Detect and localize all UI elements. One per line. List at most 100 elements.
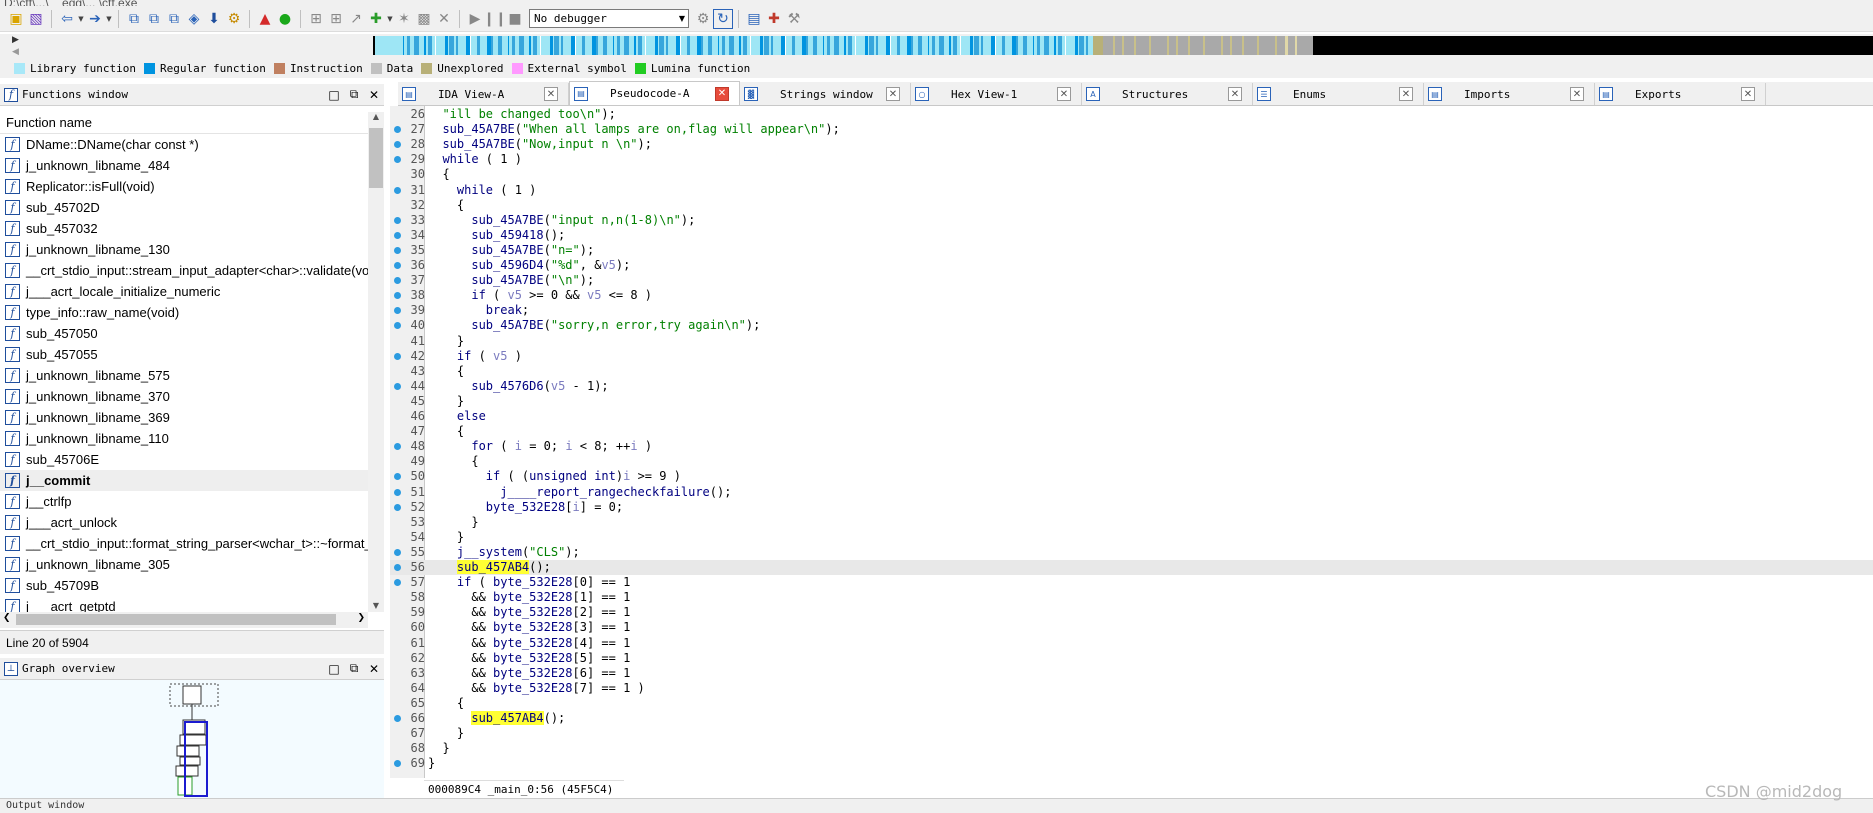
debugger-select[interactable]: No debugger ▼ xyxy=(529,9,689,28)
tab-imports[interactable]: ▤ Imports ✕ xyxy=(1424,83,1595,105)
jump-down-icon[interactable]: ⬇ xyxy=(204,9,224,29)
add-struct-icon[interactable]: ↗ xyxy=(346,9,366,29)
code-line[interactable]: 30 { xyxy=(390,167,1873,182)
save-icon[interactable]: ▧ xyxy=(26,9,46,29)
scroll-down-icon[interactable]: ▼ xyxy=(368,601,384,610)
code-line[interactable]: 68 } xyxy=(390,741,1873,756)
breakpoint-dot-icon[interactable] xyxy=(394,232,401,239)
function-row[interactable]: f __crt_stdio_input::format_string_parser… xyxy=(0,533,368,554)
chevron-down-icon[interactable]: ▼ xyxy=(105,15,113,23)
tab-structures[interactable]: A Structures ✕ xyxy=(1082,83,1253,105)
code-line[interactable]: 63 && byte_532E28[6] == 1 xyxy=(390,666,1873,681)
code-line[interactable]: 65 { xyxy=(390,696,1873,711)
close-icon[interactable]: ✕ xyxy=(1057,87,1071,101)
function-row[interactable]: f j___acrt_locale_initialize_numeric xyxy=(0,281,368,302)
code-line[interactable]: 67 } xyxy=(390,726,1873,741)
tools-icon[interactable]: ⚒ xyxy=(784,9,804,29)
float-icon[interactable]: ⧉ xyxy=(344,87,364,102)
code-line[interactable]: 60 && byte_532E28[3] == 1 xyxy=(390,620,1873,635)
call-tree-icon[interactable]: ⊞ xyxy=(326,9,346,29)
code-line[interactable]: 61 && byte_532E28[4] == 1 xyxy=(390,636,1873,651)
breakpoint-dot-icon[interactable] xyxy=(394,473,401,480)
search-imm-icon[interactable]: ⚙ xyxy=(224,9,244,29)
breakpoint-dot-icon[interactable] xyxy=(394,187,401,194)
breakpoint-dot-icon[interactable] xyxy=(394,760,401,767)
breakpoint-dot-icon[interactable] xyxy=(394,504,401,511)
code-line[interactable]: 38 if ( v5 >= 0 && v5 <= 8 ) xyxy=(390,288,1873,303)
debug-attach-icon[interactable]: ⚙ xyxy=(693,9,713,29)
scroll-up-icon[interactable]: ▲ xyxy=(368,112,384,121)
code-line[interactable]: 56 sub_457AB4(); xyxy=(390,560,1873,575)
code-line[interactable]: 36 sub_4596D4("%d", &v5); xyxy=(390,258,1873,273)
tab-enums[interactable]: ☰ Enums ✕ xyxy=(1253,83,1424,105)
warning-icon[interactable]: ▲ xyxy=(255,9,275,29)
function-row[interactable]: f j_unknown_libname_484 xyxy=(0,155,368,176)
code-line[interactable]: 47 { xyxy=(390,424,1873,439)
graph-overview-canvas[interactable] xyxy=(0,680,384,800)
breakpoint-dot-icon[interactable] xyxy=(394,292,401,299)
function-row[interactable]: f sub_457055 xyxy=(0,344,368,365)
navigation-band[interactable] xyxy=(373,36,1873,55)
code-line[interactable]: 41 } xyxy=(390,334,1873,349)
function-row[interactable]: f j_unknown_libname_575 xyxy=(0,365,368,386)
stop-x-icon[interactable]: ✕ xyxy=(434,9,454,29)
tab-ida-view-a[interactable]: ▤ IDA View-A ✕ xyxy=(398,83,569,105)
code-line[interactable]: 50 if ( (unsigned int)i >= 9 ) xyxy=(390,469,1873,484)
code-line[interactable]: 52 byte_532E28[i] = 0; xyxy=(390,500,1873,515)
close-icon[interactable]: ✕ xyxy=(886,87,900,101)
code-line[interactable]: 42 if ( v5 ) xyxy=(390,349,1873,364)
code-line[interactable]: 45 } xyxy=(390,394,1873,409)
chevron-down-icon[interactable]: ▼ xyxy=(386,15,394,23)
breakpoint-dot-icon[interactable] xyxy=(394,141,401,148)
tab-hex-view-1[interactable]: ○ Hex View-1 ✕ xyxy=(911,83,1082,105)
function-row[interactable]: f j_unknown_libname_130 xyxy=(0,239,368,260)
caret-left-icon[interactable]: ◀ xyxy=(12,47,19,57)
breakpoint-dot-icon[interactable] xyxy=(394,549,401,556)
function-row[interactable]: f j_unknown_libname_369 xyxy=(0,407,368,428)
code-line[interactable]: 28 sub_45A7BE("Now,input n \n"); xyxy=(390,137,1873,152)
search-text-icon[interactable]: ⧉ xyxy=(164,9,184,29)
code-line[interactable]: 26 "ill be changed too\n"); xyxy=(390,107,1873,122)
function-row[interactable]: f j__ctrlfp xyxy=(0,491,368,512)
function-row[interactable]: f j_unknown_libname_370 xyxy=(0,386,368,407)
function-row[interactable]: f j___acrt_getptd xyxy=(0,596,368,612)
code-line[interactable]: 44 sub_4576D6(v5 - 1); xyxy=(390,379,1873,394)
function-row[interactable]: f sub_457050 xyxy=(0,323,368,344)
stop-icon[interactable]: ■ xyxy=(505,9,525,29)
graph-icon[interactable]: ⊞ xyxy=(306,9,326,29)
breakpoint-dot-icon[interactable] xyxy=(394,443,401,450)
breakpoint-dot-icon[interactable] xyxy=(394,383,401,390)
output-window-bar[interactable]: Output window xyxy=(0,798,1873,813)
breakpoint-dot-icon[interactable] xyxy=(394,564,401,571)
new-function-icon[interactable]: ⧉ xyxy=(124,9,144,29)
function-row[interactable]: f sub_45702D xyxy=(0,197,368,218)
horizontal-scroll-thumb[interactable] xyxy=(16,614,336,625)
close-icon[interactable]: ✕ xyxy=(1741,87,1755,101)
chevron-down-icon[interactable]: ▼ xyxy=(77,15,85,23)
function-row[interactable]: f j_unknown_libname_110 xyxy=(0,428,368,449)
caret-right-icon[interactable]: ▶ xyxy=(12,35,19,45)
close-icon[interactable]: ✕ xyxy=(1570,87,1584,101)
vertical-scroll-thumb[interactable] xyxy=(369,128,383,188)
code-line[interactable]: 53 } xyxy=(390,515,1873,530)
function-row[interactable]: f j___acrt_unlock xyxy=(0,512,368,533)
maximize-icon[interactable]: □ xyxy=(324,88,344,102)
hex-icon[interactable]: ✶ xyxy=(394,9,414,29)
close-icon[interactable]: ✕ xyxy=(544,87,558,101)
code-line[interactable]: 32 { xyxy=(390,198,1873,213)
search-binary-icon[interactable]: ◈ xyxy=(184,9,204,29)
open-icon[interactable]: ▣ xyxy=(6,9,26,29)
breakpoint-dot-icon[interactable] xyxy=(394,353,401,360)
breakpoint-dot-icon[interactable] xyxy=(394,156,401,163)
code-line[interactable]: 40 sub_45A7BE("sorry,n error,try again\n… xyxy=(390,318,1873,333)
new-segment-icon[interactable]: ⧉ xyxy=(144,9,164,29)
code-line[interactable]: 29 while ( 1 ) xyxy=(390,152,1873,167)
code-line[interactable]: 54 } xyxy=(390,530,1873,545)
function-row[interactable]: f Replicator::isFull(void) xyxy=(0,176,368,197)
code-line[interactable]: 55 j__system("CLS"); xyxy=(390,545,1873,560)
play-icon[interactable]: ▶ xyxy=(465,9,485,29)
breakpoint-dot-icon[interactable] xyxy=(394,277,401,284)
close-icon[interactable]: ✕ xyxy=(715,86,729,101)
function-row[interactable]: f sub_45709B xyxy=(0,575,368,596)
debug-options-icon[interactable]: ↻ xyxy=(713,8,733,29)
